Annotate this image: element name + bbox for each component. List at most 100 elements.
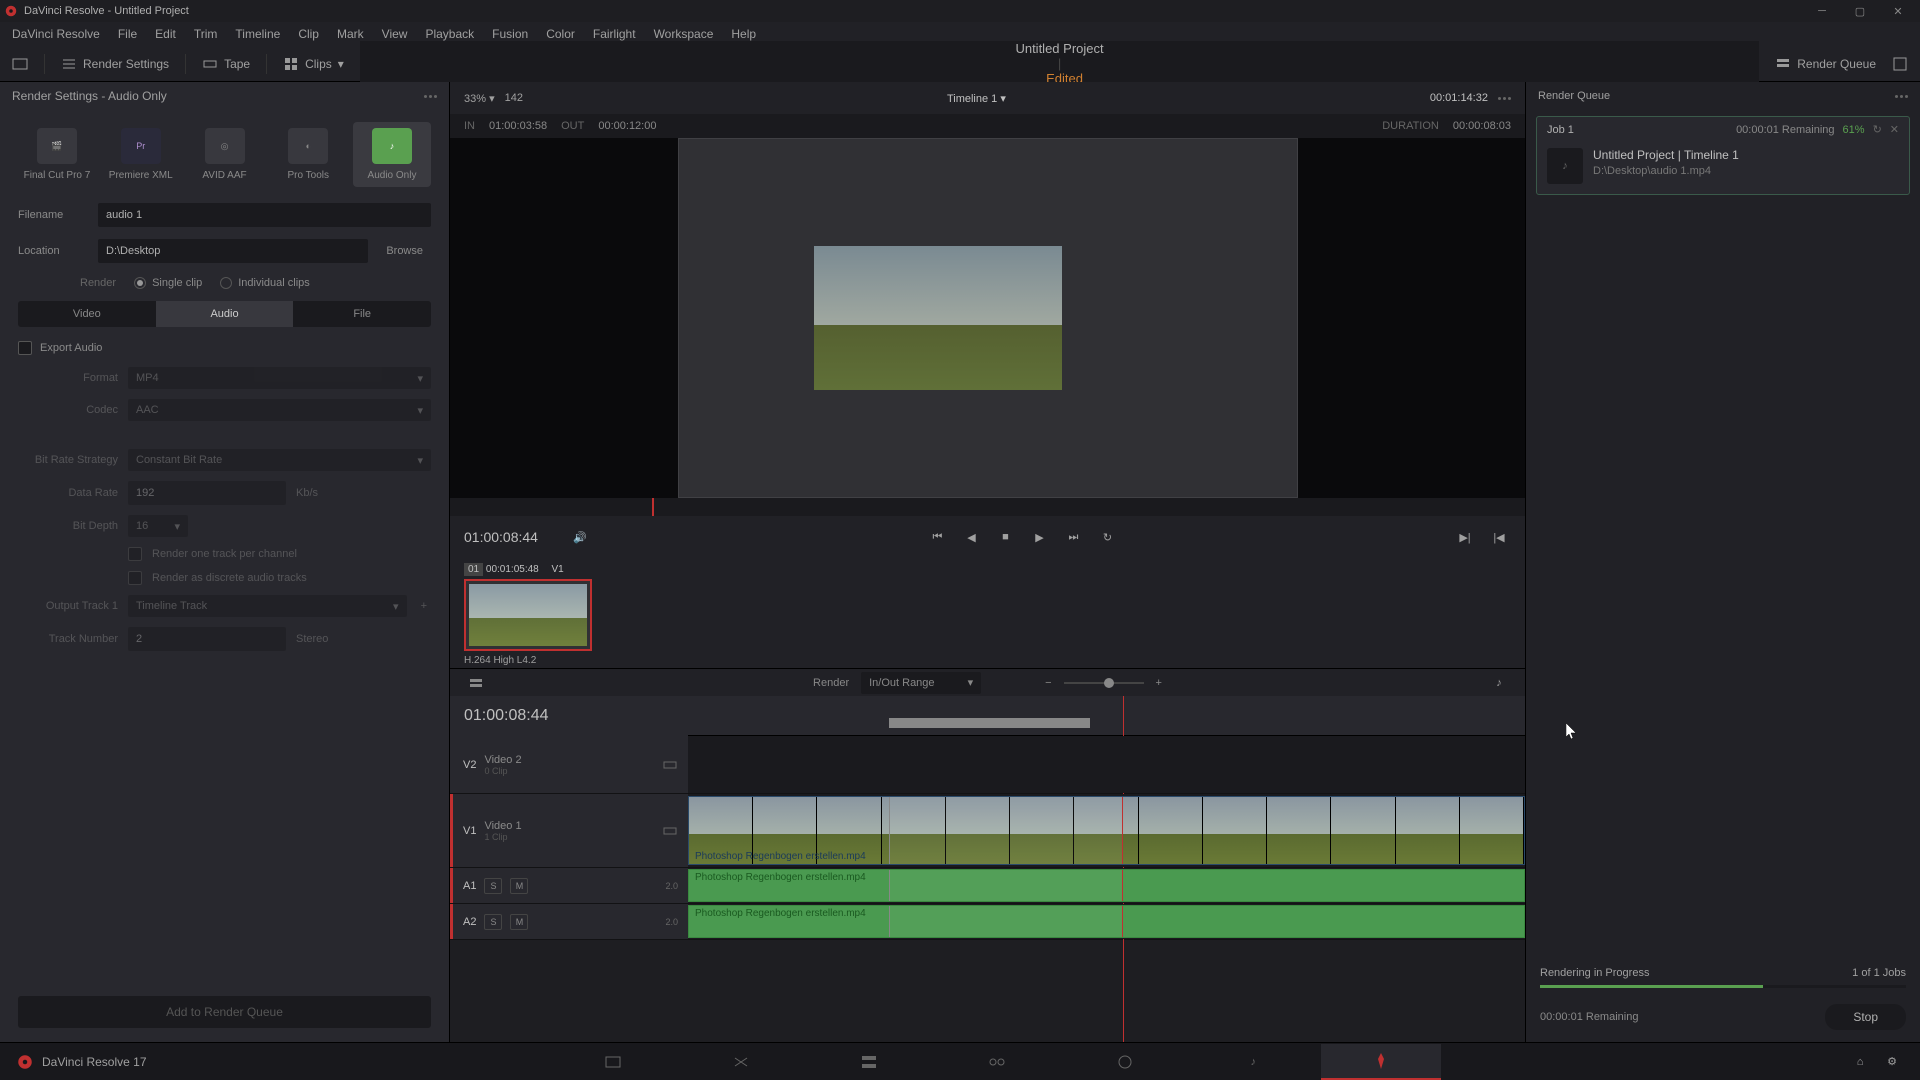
goto-start-button[interactable]: |◀ xyxy=(1487,525,1511,549)
viewer[interactable] xyxy=(450,138,1525,498)
scrubber[interactable] xyxy=(464,498,1511,516)
expand-button[interactable] xyxy=(1892,56,1908,72)
home-button[interactable]: ⌂ xyxy=(1848,1050,1872,1074)
play-button[interactable]: ▶ xyxy=(1027,525,1051,549)
timeline-view-button[interactable] xyxy=(464,671,488,695)
preset-fcp7[interactable]: 🎬Final Cut Pro 7 xyxy=(18,122,96,187)
next-clip-button[interactable]: ⏭ xyxy=(1061,525,1085,549)
track-toggle-icon[interactable] xyxy=(662,823,678,839)
mute-button[interactable]: M xyxy=(510,914,528,930)
radio-individual-clips[interactable]: Individual clips xyxy=(220,277,310,289)
clips-toggle[interactable]: Clips ▾ xyxy=(283,56,344,72)
track-body-a2[interactable]: Photoshop Regenbogen erstellen.mp4 xyxy=(688,904,1525,939)
track-head-a2[interactable]: A2 S M 2.0 xyxy=(450,904,688,939)
tape-label: Tape xyxy=(224,57,250,71)
stop-button[interactable]: ■ xyxy=(993,525,1017,549)
export-audio-checkbox[interactable] xyxy=(18,341,32,355)
track-number-input[interactable] xyxy=(128,627,286,651)
track-head-a1[interactable]: A1 S M 2.0 xyxy=(450,868,688,903)
page-media[interactable] xyxy=(553,1044,673,1080)
job-close-button[interactable]: ✕ xyxy=(1890,123,1899,136)
project-settings-button[interactable]: ⚙ xyxy=(1880,1050,1904,1074)
tab-video[interactable]: Video xyxy=(18,301,156,327)
panel-menu-button[interactable] xyxy=(1895,95,1908,98)
clip-thumbnail[interactable] xyxy=(464,579,592,651)
track-head-v2[interactable]: V2 Video 2 0 Clip xyxy=(450,736,688,793)
tape-toggle[interactable]: Tape xyxy=(202,56,250,72)
preset-audio-only[interactable]: ♪Audio Only xyxy=(353,122,431,187)
track-head-v1[interactable]: V1 Video 1 1 Clip xyxy=(450,794,688,867)
zoom-in-button[interactable]: + xyxy=(1156,677,1162,689)
track-body-v2[interactable] xyxy=(688,736,1525,793)
render-range-label: Render xyxy=(813,677,849,689)
preset-avid[interactable]: ◎AVID AAF xyxy=(186,122,264,187)
discrete-checkbox[interactable] xyxy=(128,571,142,585)
track-toggle-icon[interactable] xyxy=(662,757,678,773)
bitrate-strategy-select[interactable]: Constant Bit Rate▾ xyxy=(128,449,431,471)
output-track-select[interactable]: Timeline Track▾ xyxy=(128,595,407,617)
solo-button[interactable]: S xyxy=(484,878,502,894)
mute-button[interactable]: M xyxy=(510,878,528,894)
in-out-range[interactable] xyxy=(889,718,1090,728)
maximize-button[interactable]: ▢ xyxy=(1842,1,1878,21)
timeline-name[interactable]: Timeline 1 ▾ xyxy=(947,92,1006,105)
add-to-render-queue-button[interactable]: Add to Render Queue xyxy=(18,996,431,1028)
radio-single-clip[interactable]: Single clip xyxy=(134,277,202,289)
zoom-slider[interactable] xyxy=(1064,682,1144,684)
datarate-input[interactable] xyxy=(128,481,286,505)
menu-trim[interactable]: Trim xyxy=(186,24,226,44)
menu-davinci[interactable]: DaVinci Resolve xyxy=(4,24,108,44)
in-out-bar: IN01:00:03:58 OUT00:00:12:00 DURATION00:… xyxy=(450,114,1525,138)
timeline: 01:00:08:44 V2 Video 2 0 Clip xyxy=(450,696,1525,1042)
bitdepth-select[interactable]: 16▾ xyxy=(128,515,188,537)
page-fairlight[interactable]: ♪ xyxy=(1193,1044,1313,1080)
deliver-icon[interactable] xyxy=(12,56,28,72)
track-body-a1[interactable]: Photoshop Regenbogen erstellen.mp4 xyxy=(688,868,1525,903)
panel-menu-button[interactable] xyxy=(424,95,437,98)
viewer-menu-button[interactable] xyxy=(1498,97,1511,100)
page-cut[interactable] xyxy=(681,1044,801,1080)
filename-input[interactable] xyxy=(98,203,431,227)
add-track-button[interactable]: + xyxy=(417,600,431,612)
menu-clip[interactable]: Clip xyxy=(290,24,327,44)
video-clip[interactable]: Photoshop Regenbogen erstellen.mp4 xyxy=(688,796,1525,865)
zoom-out-button[interactable]: − xyxy=(1045,677,1051,689)
render-job[interactable]: Job 1 00:00:01 Remaining 61% ↻ ✕ ♪ Untit… xyxy=(1536,116,1910,195)
browse-button[interactable]: Browse xyxy=(378,245,431,257)
prev-clip-button[interactable]: ⏮ xyxy=(925,525,949,549)
render-queue-toggle[interactable]: Render Queue xyxy=(1775,56,1876,72)
page-fusion[interactable] xyxy=(937,1044,1057,1080)
goto-end-button[interactable]: ▶| xyxy=(1453,525,1477,549)
codec-select[interactable]: AAC▾ xyxy=(128,399,431,421)
minimize-button[interactable]: ─ xyxy=(1804,1,1840,21)
tab-file[interactable]: File xyxy=(293,301,431,327)
step-back-button[interactable]: ◀ xyxy=(959,525,983,549)
one-track-checkbox[interactable] xyxy=(128,547,142,561)
location-input[interactable] xyxy=(98,239,368,263)
zoom-select[interactable]: 33% ▾ xyxy=(464,92,495,105)
page-edit[interactable] xyxy=(809,1044,929,1080)
preset-premiere[interactable]: PrPremiere XML xyxy=(102,122,180,187)
page-deliver[interactable] xyxy=(1321,1044,1441,1080)
loop-button[interactable]: ↻ xyxy=(1095,525,1119,549)
close-button[interactable]: ✕ xyxy=(1880,1,1916,21)
menu-edit[interactable]: Edit xyxy=(147,24,184,44)
audio-meter-button[interactable]: ♪ xyxy=(1487,671,1511,695)
render-range-select[interactable]: In/Out Range▾ xyxy=(861,672,981,694)
track-body-v1[interactable]: Photoshop Regenbogen erstellen.mp4 xyxy=(688,794,1525,867)
stop-render-button[interactable]: Stop xyxy=(1825,1004,1906,1030)
format-select[interactable]: MP4▾ xyxy=(128,367,431,389)
render-settings-toggle[interactable]: Render Settings xyxy=(61,56,169,72)
preset-protools[interactable]: ◐Pro Tools xyxy=(269,122,347,187)
page-color[interactable] xyxy=(1065,1044,1185,1080)
tab-audio[interactable]: Audio xyxy=(156,301,294,327)
menu-file[interactable]: File xyxy=(110,24,145,44)
volume-button[interactable]: 🔊 xyxy=(568,525,592,549)
menu-timeline[interactable]: Timeline xyxy=(227,24,288,44)
job-cancel-button[interactable]: ↻ xyxy=(1873,123,1882,136)
solo-button[interactable]: S xyxy=(484,914,502,930)
render-mode-row: Render Single clip Individual clips xyxy=(0,271,449,295)
audio-clip[interactable]: Photoshop Regenbogen erstellen.mp4 xyxy=(688,869,1525,902)
timeline-ruler[interactable] xyxy=(688,696,1525,736)
audio-clip[interactable]: Photoshop Regenbogen erstellen.mp4 xyxy=(688,905,1525,938)
